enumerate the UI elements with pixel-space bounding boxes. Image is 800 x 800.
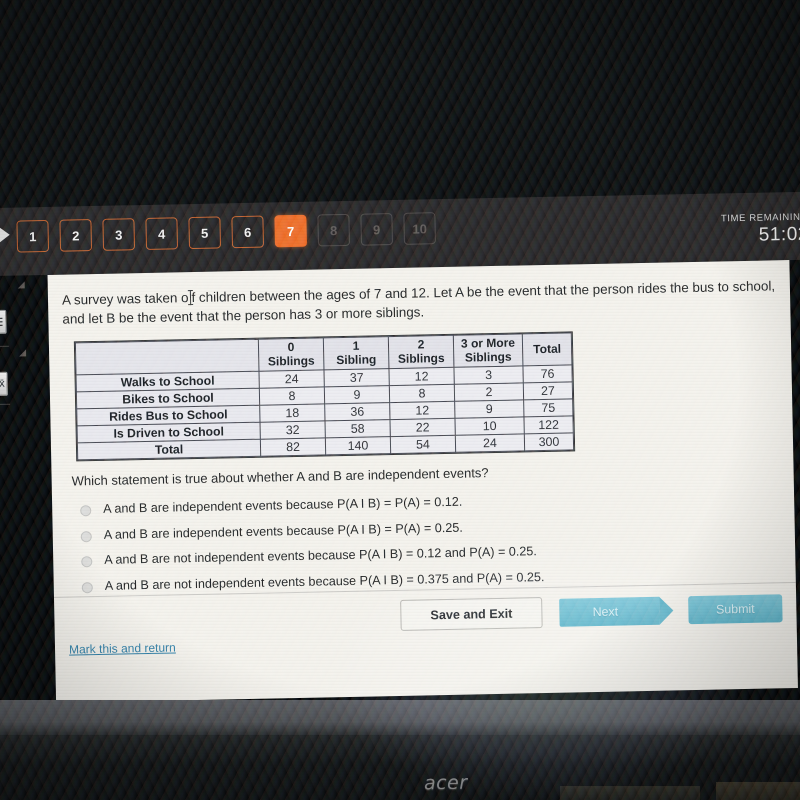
submit-button[interactable]: Submit xyxy=(688,593,783,624)
table-cell: 54 xyxy=(390,435,456,454)
time-remaining-value: 51:02 xyxy=(758,223,800,246)
radio-button-d[interactable] xyxy=(81,582,93,594)
table-column-header-line2: Siblings xyxy=(267,353,315,369)
screen-dark-top-area xyxy=(0,0,800,208)
next-button[interactable]: Next xyxy=(559,596,660,627)
table-cell: 32 xyxy=(260,420,326,440)
survey-data-table: 0 Siblings 1 Sibling 2 Siblings 3 or More Sibli… xyxy=(74,332,575,461)
table-cell: 8 xyxy=(259,386,325,406)
question-button-8: 8 xyxy=(317,213,350,247)
question-content-panel: A survey was taken of children between t… xyxy=(47,260,798,703)
answer-choice-d[interactable]: A and B are not independent events becau… xyxy=(81,565,782,595)
question-button-5[interactable]: 5 xyxy=(188,216,222,250)
keyboard-edge xyxy=(560,786,700,800)
table-column-header: Total xyxy=(522,333,572,366)
table-cell: 8 xyxy=(389,384,455,403)
answer-choices: A and B are independent events because P… xyxy=(80,488,782,595)
answer-choice-label-b: A and B are independent events because P… xyxy=(103,520,463,542)
answer-choice-a[interactable]: A and B are independent events because P… xyxy=(80,488,780,518)
table-cell: 75 xyxy=(523,398,573,417)
keyboard-edge-right xyxy=(716,782,800,800)
table-cell: 300 xyxy=(524,432,574,451)
chevron-left-icon[interactable] xyxy=(0,225,10,244)
question-prompt: Which statement is true about whether A … xyxy=(71,465,489,489)
table-column-header: 3 or More Siblings xyxy=(453,333,523,368)
table-cell: 22 xyxy=(389,418,456,437)
answer-choice-label-a: A and B are independent events because P… xyxy=(103,494,463,516)
table-corner-cell xyxy=(75,339,259,375)
table-cell: 58 xyxy=(324,419,391,438)
table-cell: 37 xyxy=(323,368,390,387)
table-cell: 27 xyxy=(523,381,573,400)
table-column-header-line1: Total xyxy=(533,341,562,356)
panel-corner-notch xyxy=(19,349,27,357)
formula-xbar-glyph: x̄ xyxy=(0,377,5,390)
question-button-3[interactable]: 3 xyxy=(102,218,136,251)
table-body: Walks to School 24 37 12 3 76 Bikes to School 8… xyxy=(76,364,574,460)
table-column-header-line2: Sibling xyxy=(336,351,377,367)
acer-brand-logo: acer xyxy=(423,771,468,795)
footer-button-row: Save and Exit Next Submit xyxy=(400,592,783,631)
question-stem-part1: A survey was taken o xyxy=(61,290,189,308)
table-cell: 9 xyxy=(454,399,524,419)
table-cell: 82 xyxy=(260,437,326,457)
photo-of-laptop-screen: 1 2 3 4 5 6 7 8 9 10 TIME REMAINING 51:02 ☰ x̄ A … xyxy=(0,0,800,800)
tool-separator xyxy=(0,345,9,348)
table-cell: 24 xyxy=(455,433,525,453)
panel-corner-notch xyxy=(17,281,25,289)
question-button-1[interactable]: 1 xyxy=(16,219,50,253)
table-column-header: 1 Sibling xyxy=(323,336,389,370)
table-cell: 2 xyxy=(454,382,524,402)
tool-separator xyxy=(0,403,11,406)
table-cell: 10 xyxy=(454,416,525,436)
question-button-6[interactable]: 6 xyxy=(231,215,265,249)
table-cell: 76 xyxy=(522,364,573,383)
table-cell: 3 xyxy=(453,365,524,385)
table-cell: 18 xyxy=(259,403,325,423)
formula-xbar-icon[interactable]: x̄ xyxy=(0,371,8,397)
question-stem: A survey was taken of children between t… xyxy=(62,276,777,328)
answer-choice-b[interactable]: A and B are independent events because P… xyxy=(80,514,781,544)
table-cell: 36 xyxy=(324,402,390,421)
save-and-exit-button[interactable]: Save and Exit xyxy=(400,597,543,631)
answer-choice-label-c: A and B are not independent events becau… xyxy=(104,544,537,568)
table-column-header: 0 Siblings xyxy=(258,337,324,372)
table-cell: 140 xyxy=(325,436,391,455)
table-column-header-line2: Siblings xyxy=(464,349,512,365)
notes-icon-glyph: ☰ xyxy=(0,316,4,329)
table-column-header-line2: Siblings xyxy=(397,350,445,366)
question-button-10: 10 xyxy=(403,212,436,245)
radio-button-b[interactable] xyxy=(80,530,92,542)
table-cell: 12 xyxy=(388,367,455,386)
question-button-4[interactable]: 4 xyxy=(145,217,179,250)
table-row-label: Total xyxy=(77,439,261,460)
radio-button-c[interactable] xyxy=(81,556,93,568)
table-column-header: 2 Siblings xyxy=(388,335,454,369)
quiz-application: 1 2 3 4 5 6 7 8 9 10 TIME REMAINING 51:02 ☰ x̄ A … xyxy=(0,184,800,712)
table-cell: 12 xyxy=(389,401,455,420)
answer-choice-c[interactable]: A and B are not independent events becau… xyxy=(81,540,781,570)
question-button-7[interactable]: 7 xyxy=(274,214,308,248)
question-button-2[interactable]: 2 xyxy=(59,219,93,252)
question-button-9: 9 xyxy=(360,213,393,246)
table-cell: 24 xyxy=(258,369,325,389)
notes-icon[interactable]: ☰ xyxy=(0,309,7,335)
table-cell: 122 xyxy=(523,415,574,434)
radio-button-a[interactable] xyxy=(80,505,92,517)
table-cell: 9 xyxy=(324,385,390,404)
time-remaining: TIME REMAINING 51:02 xyxy=(678,212,800,249)
mark-this-and-return-link[interactable]: Mark this and return xyxy=(69,640,176,656)
